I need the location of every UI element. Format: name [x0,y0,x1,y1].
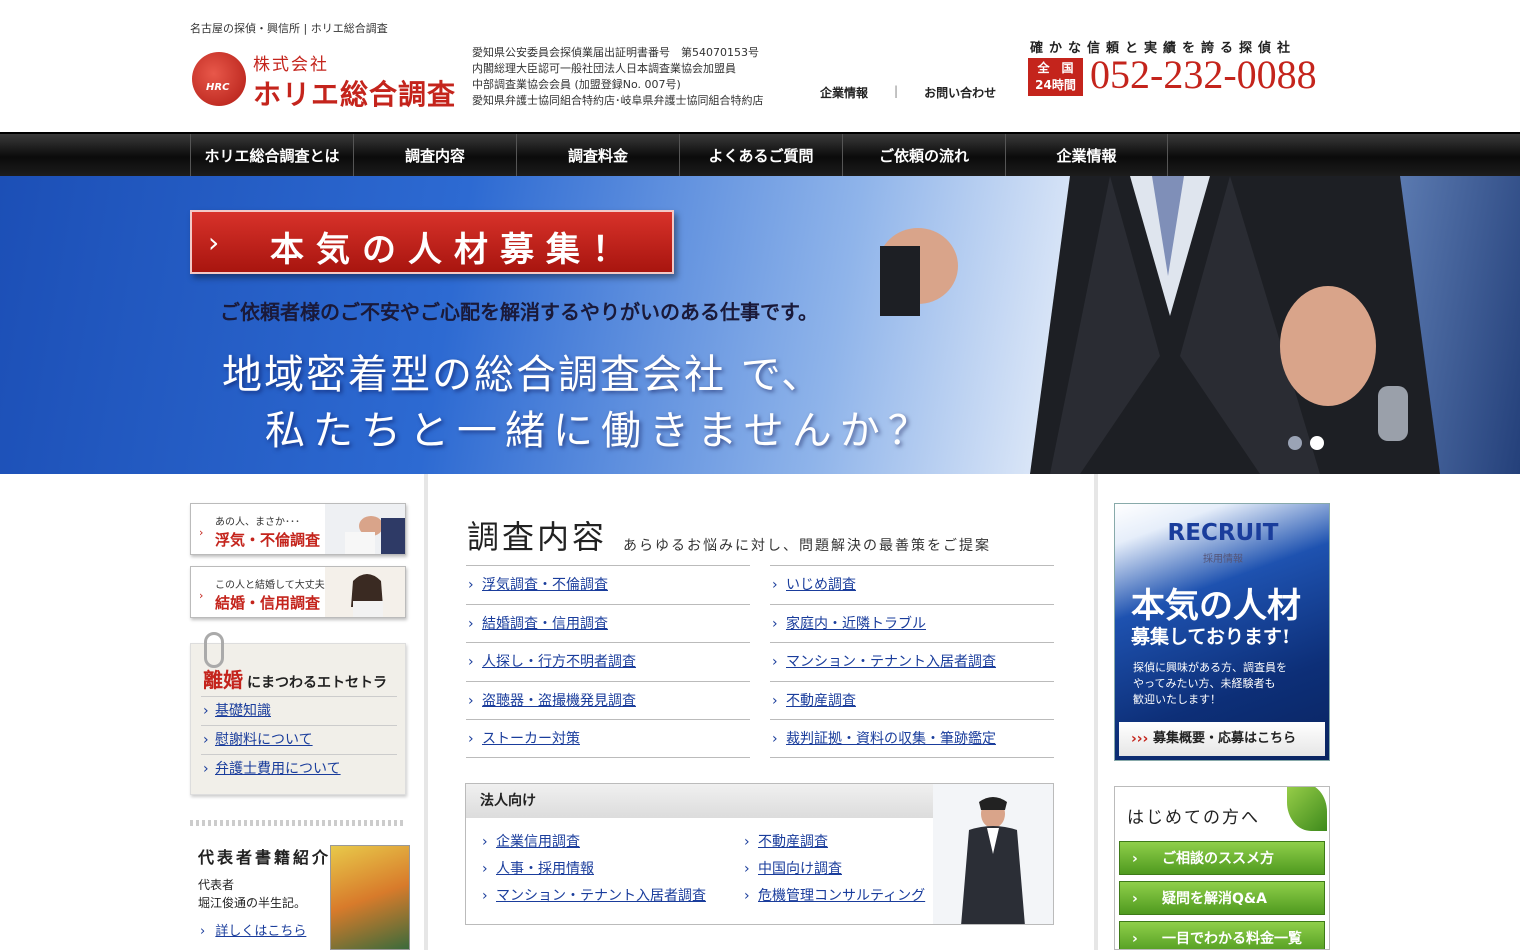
services-list-left: 浮気調査・不倫調査 結婚調査・信用調査 人探し・行方不明者調査 盗聴器・盗撮機発… [466,565,750,758]
license-info: 愛知県公安委員会探偵業届出証明書番号 第54070153号 内閣総理大臣認可一般… [472,46,764,107]
phone-number[interactable]: 052-232-0088 [1090,51,1317,98]
24h-badge: 全 国 24時間 [1028,58,1083,96]
nav-item-faq[interactable]: よくあるご質問 [679,134,842,176]
recruit-banner[interactable]: › 本気の人材募集！ [190,210,674,274]
businessman-image [880,176,1440,474]
nav-item-pricing[interactable]: 調査料金 [516,134,679,176]
service-link[interactable]: マンション・テナント入居者調査 [786,654,996,670]
hero-headline-1: 地域密着型の総合調査会社 で、 [222,352,824,398]
corporate-services-box: 法人向け 企業信用調査 人事・採用情報 マンション・テナント入居者調査 不動産調… [465,783,1054,925]
slide-dot-1[interactable] [1288,436,1302,450]
woman-photo [325,567,405,617]
faq-button[interactable]: 疑問を解消Q&A [1119,881,1325,916]
services-title: 調査内容 [467,518,608,556]
service-link[interactable]: いじめ調査 [786,577,856,593]
service-link[interactable]: 人探し・行方不明者調査 [482,654,636,670]
services-list-right: いじめ調査 家庭内・近隣トラブル マンション・テナント入居者調査 不動産調査 裁… [770,565,1054,758]
service-link[interactable]: 家庭内・近隣トラブル [786,616,926,632]
logo-emblem-icon: HRC [192,52,246,106]
recruit-description: 探偵に興味がある方、調査員を やってみたい方、未経験者も 歓迎いたします！ [1133,661,1287,706]
service-link[interactable]: 不動産調査 [786,693,856,709]
main-nav: ホリエ総合調査とは 調査内容 調査料金 よくあるご質問 ご依頼の流れ 企業情報 [0,132,1520,176]
site-logo[interactable]: HRC 株式会社 ホリエ総合調査 [190,48,470,111]
recruit-headline: 本気の人材 [1131,586,1301,626]
nav-item-services[interactable]: 調査内容 [353,134,516,176]
service-link[interactable]: 結婚調査・信用調査 [482,616,608,632]
logo-company-name: ホリエ総合調査 [253,78,457,111]
nav-item-company[interactable]: 企業情報 [1005,134,1168,176]
services-subtitle: あらゆるお悩みに対し、問題解決の最善策をご提案 [623,538,991,554]
hero-slider[interactable]: › 本気の人材募集！ ご依頼者様のご不安やご心配を解消するやりがいのある仕事です… [0,176,1520,474]
corporate-service-link[interactable]: 人事・採用情報 [496,861,594,877]
column-divider [424,474,428,950]
hero-subtitle: ご依頼者様のご不安やご心配を解消するやりがいのある仕事です。 [220,300,818,324]
service-link[interactable]: ストーカー対策 [482,731,580,747]
book-cover-image[interactable] [330,845,410,950]
divorce-link-lawyer-fees[interactable]: 弁護士費用について [215,761,341,777]
leaf-icon [1287,787,1327,831]
site-tagline: 名古屋の探偵・興信所 | ホリエ総合調査 [190,22,388,35]
divorce-link-basics[interactable]: 基礎知識 [215,703,271,719]
recruit-subheading: 採用情報 [1203,554,1243,565]
divorce-box-title: 離婚 にまつわるエトセトラ [203,668,387,692]
chevron-right-icon: › [208,226,220,259]
recruit-apply-button[interactable]: ››› 募集概要・応募はこちら [1119,722,1325,756]
triple-chevron-icon: ››› [1131,731,1149,747]
businessman-photo [933,784,1053,924]
recruit-headline-2: 募集しております! [1131,626,1291,648]
chevron-right-icon: › [199,589,204,602]
logo-company-type: 株式会社 [253,55,329,75]
service-link[interactable]: 浮気調査・不倫調査 [482,577,608,593]
service-link[interactable]: 盗聴器・盗撮機発見調査 [482,693,636,709]
consultation-guide-button[interactable]: ご相談のススメ方 [1119,841,1325,876]
corporate-service-link[interactable]: 企業信用調査 [496,834,580,850]
header-nav: 企業情報 | お問い合わせ [820,84,996,101]
price-list-button[interactable]: 一目でわかる料金一覧 [1119,921,1325,949]
paperclip-icon [204,632,224,668]
header-link-company[interactable]: 企業情報 [820,84,868,101]
book-section-title: 代表者書籍紹介 [198,848,332,867]
beginners-title: はじめての方へ [1127,808,1260,828]
corporate-service-link[interactable]: 中国向け調査 [758,861,842,877]
divorce-info-box: 離婚にまつわるエトセトラ 基礎知識 慰謝料について 弁護士費用について [190,643,406,795]
beginners-box: はじめての方へ ご相談のススメ方 疑問を解消Q&A 一目でわかる料金一覧 [1114,786,1330,950]
divorce-link-alimony[interactable]: 慰謝料について [215,732,313,748]
header-nav-separator: | [894,84,899,98]
slide-dot-2[interactable] [1310,436,1324,450]
couple-photo [325,504,405,554]
book-description: 代表者 堀江俊通の半生記。 [198,878,307,910]
promo-affair-investigation[interactable]: › あの人、まさか･･･ 浮気・不倫調査 [190,503,406,555]
promo-marriage-investigation[interactable]: › この人と結婚して大丈夫？ 結婚・信用調査 [190,566,406,618]
hero-headline-2: 私たちと一緒に働きませんか？ [265,408,936,454]
chevron-right-icon: › [199,526,204,539]
divider [190,820,406,826]
recruit-heading: RECRUIT [1167,520,1279,546]
recruit-banner-box[interactable]: RECRUIT 採用情報 本気の人材 募集しております! 探偵に興味がある方、調… [1114,503,1330,761]
corporate-service-link[interactable]: マンション・テナント入居者調査 [496,888,706,904]
header-link-contact[interactable]: お問い合わせ [924,84,996,101]
page: 名古屋の探偵・興信所 | ホリエ総合調査 HRC 株式会社 ホリエ総合調査 愛知… [0,0,1520,950]
corporate-service-link[interactable]: 不動産調査 [758,834,828,850]
column-divider [1094,474,1098,950]
nav-item-flow[interactable]: ご依頼の流れ [842,134,1005,176]
corporate-service-link[interactable]: 危機管理コンサルティング [758,888,925,904]
nav-item-about[interactable]: ホリエ総合調査とは [190,134,353,176]
service-link[interactable]: 裁判証拠・資料の収集・筆跡鑑定 [786,731,996,747]
book-details-link: 詳しくはこちら [200,920,306,939]
